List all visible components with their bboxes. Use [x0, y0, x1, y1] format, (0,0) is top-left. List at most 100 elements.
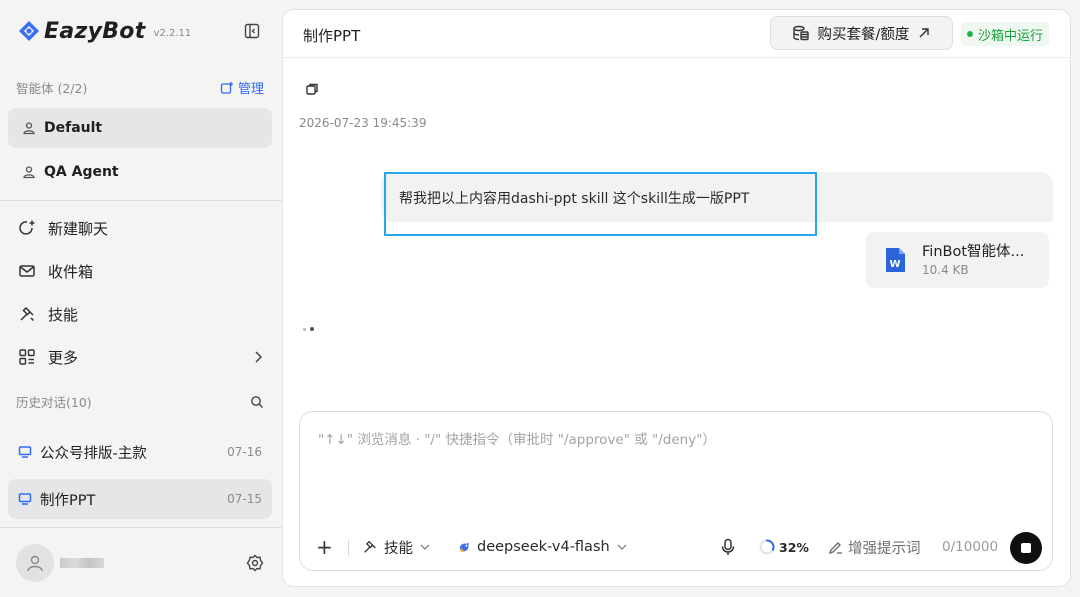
skill-icon: [18, 305, 38, 323]
skill-selector-label: 技能: [384, 540, 413, 557]
collapse-sidebar-button[interactable]: [243, 22, 261, 40]
model-selector[interactable]: deepseek-v4-flash: [458, 530, 628, 564]
history-label: 制作PPT: [40, 492, 96, 509]
sidebar-divider: [0, 527, 282, 528]
plus-icon: +: [316, 535, 333, 559]
sandbox-label: 沙箱中运行: [978, 28, 1044, 44]
message-timestamp: 2026-07-23 19:45:39: [299, 116, 427, 130]
app-name: EazyBot: [44, 18, 146, 44]
nav-more[interactable]: 更多: [18, 343, 264, 371]
nav-label: 新建聊天: [48, 219, 109, 238]
nav-skills[interactable]: 技能: [18, 300, 264, 328]
word-icon-letter: W: [889, 259, 900, 270]
model-label: deepseek-v4-flash: [477, 539, 610, 555]
sidebar: EazyBot v2.2.11 智能体 (2/2) 管理 Default QA …: [0, 0, 282, 597]
history-date: 07-16: [227, 445, 262, 459]
manage-label: 管理: [237, 82, 264, 97]
enhance-prompt-button[interactable]: 增强提示词: [828, 530, 921, 564]
highlight-annotation-box: [384, 172, 817, 236]
history-date: 07-15: [227, 492, 262, 506]
typing-indicator: [303, 327, 314, 331]
manage-icon: [220, 81, 233, 94]
buy-plan-button[interactable]: 购买套餐/额度: [770, 16, 953, 50]
agent-item-default[interactable]: Default: [8, 108, 272, 148]
toolbar-divider: [348, 540, 349, 556]
chevron-right-icon: [252, 350, 264, 364]
more-grid-icon: [18, 348, 38, 366]
history-search-button[interactable]: [250, 395, 264, 409]
arrow-up-right-icon: [919, 28, 930, 38]
history-item-active[interactable]: 制作PPT 07-15: [8, 479, 272, 519]
character-counter: 0/10000: [942, 530, 998, 564]
agents-section-header: 智能体 (2/2) 管理: [16, 78, 264, 97]
agents-count-label: 智能体 (2/2): [16, 81, 88, 96]
chevron-down-icon: [420, 544, 430, 550]
copy-icon: [306, 83, 318, 95]
history-count-label: 历史对话(10): [16, 395, 92, 410]
monitor-icon: [18, 492, 32, 506]
new-chat-icon: [18, 219, 38, 237]
agent-label: QA Agent: [44, 164, 119, 180]
file-attachment[interactable]: W FinBot智能体... 10.4 KB: [866, 232, 1049, 288]
chevron-down-icon: [617, 544, 627, 550]
sidebar-divider: [0, 200, 282, 201]
history-section-header: 历史对话(10): [16, 392, 264, 411]
nav-new-chat[interactable]: 新建聊天: [18, 214, 264, 242]
nav-label: 更多: [48, 348, 79, 367]
topbar: 制作PPT 购买套餐/额度 沙箱中运行: [283, 10, 1070, 58]
avatar[interactable]: [16, 544, 54, 582]
deepseek-logo-icon: [459, 542, 470, 552]
char-count-label: 0/10000: [942, 539, 999, 555]
gear-icon: [246, 554, 264, 572]
progress-ring-icon: [759, 539, 775, 555]
context-usage-indicator[interactable]: 32%: [758, 530, 809, 564]
word-document-icon: W: [884, 247, 906, 273]
copy-button[interactable]: [305, 82, 319, 96]
file-size: 10.4 KB: [922, 263, 969, 277]
brand[interactable]: EazyBot v2.2.11: [16, 16, 191, 46]
user-icon: [22, 121, 36, 135]
main-panel: 制作PPT 购买套餐/额度 沙箱中运行 2026-07-23 19:45:39 …: [282, 9, 1071, 587]
user-icon: [22, 165, 36, 179]
nav-label: 收件箱: [48, 262, 94, 281]
sidebar-collapse-icon: [244, 23, 260, 39]
manage-agents-button[interactable]: 管理: [220, 78, 264, 97]
inbox-icon: [18, 262, 38, 280]
user-avatar-icon: [27, 555, 43, 572]
settings-button[interactable]: [246, 554, 264, 572]
context-usage-label: 32%: [779, 539, 809, 555]
monitor-icon: [18, 445, 32, 459]
skill-icon: [364, 540, 376, 553]
user-profile-row: [16, 544, 264, 582]
sandbox-status-badge: 沙箱中运行: [961, 22, 1050, 46]
agent-label: Default: [44, 120, 103, 136]
typing-dot: [310, 327, 314, 331]
eazybot-logo-icon: [19, 21, 39, 41]
coins-icon: [792, 25, 809, 41]
stop-icon: [1021, 543, 1031, 553]
nav-inbox[interactable]: 收件箱: [18, 257, 264, 285]
file-name: FinBot智能体...: [922, 244, 1025, 260]
skill-selector[interactable]: 技能: [362, 530, 431, 564]
username-blurred: [60, 558, 104, 568]
buy-plan-label: 购买套餐/额度: [817, 26, 910, 43]
message-input[interactable]: [318, 430, 1008, 450]
message-composer: + 技能 deepseek-v4-flash 32%: [299, 411, 1053, 571]
pen-sparkle-icon: [828, 541, 842, 554]
app-version: v2.2.11: [153, 27, 192, 39]
nav-label: 技能: [48, 305, 79, 324]
status-dot: [967, 31, 973, 37]
attach-button[interactable]: +: [316, 530, 333, 564]
agent-item-qa[interactable]: QA Agent: [8, 152, 272, 192]
search-icon: [251, 395, 263, 408]
page-title: 制作PPT: [303, 27, 361, 45]
enhance-prompt-label: 增强提示词: [848, 540, 921, 557]
history-label: 公众号排版-主款: [40, 445, 147, 462]
composer-toolbar: + 技能 deepseek-v4-flash 32% 增强提示词 0/10000: [300, 530, 1052, 564]
file-info: FinBot智能体... 10.4 KB: [922, 243, 1024, 277]
history-item[interactable]: 公众号排版-主款 07-16: [8, 432, 272, 472]
microphone-icon: [721, 538, 735, 555]
typing-dot: [303, 327, 306, 331]
voice-input-button[interactable]: [720, 530, 736, 564]
stop-generation-button[interactable]: [1010, 532, 1042, 564]
